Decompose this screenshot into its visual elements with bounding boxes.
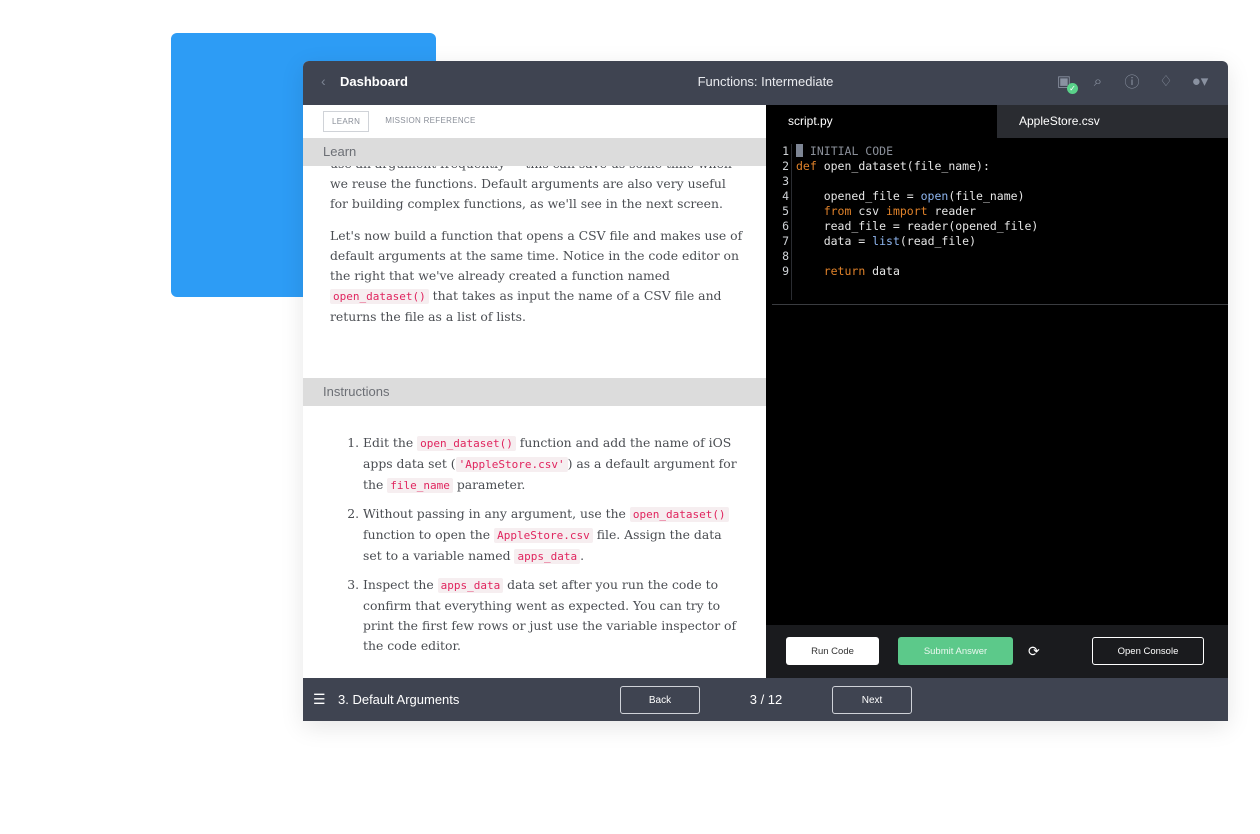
line-number: 7 xyxy=(782,234,789,248)
inline-code: open_dataset() xyxy=(417,436,516,451)
run-bar: Run Code Submit Answer ⟳ Open Console xyxy=(766,625,1228,678)
text: Without passing in any argument, use the xyxy=(363,506,626,521)
tab-script-py[interactable]: script.py xyxy=(766,105,997,138)
tab-learn[interactable]: LEARN xyxy=(323,111,370,132)
learn-paragraph-2a: Let's now build a function that opens a … xyxy=(330,228,743,283)
line-number: 6 xyxy=(782,219,789,233)
inline-code: open_dataset() xyxy=(330,289,429,304)
line-number: 4 xyxy=(782,189,789,203)
editor-panel: script.py AppleStore.csv 1 2 3 4 5 6 7 8… xyxy=(766,105,1228,678)
next-button[interactable]: Next xyxy=(832,686,912,714)
inline-code: AppleStore.csv xyxy=(494,528,593,543)
inline-code: file_name xyxy=(387,478,453,493)
learn-paragraph-1: we reuse the functions. Default argument… xyxy=(330,176,726,211)
line-numbers: 1 2 3 4 5 6 7 8 9 xyxy=(772,144,792,300)
submit-answer-button[interactable]: Submit Answer xyxy=(898,637,1013,665)
learn-content: use an argument frequently — this can sa… xyxy=(330,154,744,339)
run-code-button[interactable]: Run Code xyxy=(786,637,879,665)
text: Inspect the xyxy=(363,577,434,592)
instructions-list: Edit the open_dataset() function and add… xyxy=(343,433,743,664)
text: . xyxy=(580,548,585,563)
help-icon[interactable]: ⓘ xyxy=(1122,71,1142,91)
inline-code: apps_data xyxy=(437,578,504,593)
line-number: 5 xyxy=(782,204,789,218)
back-button[interactable]: Back xyxy=(620,686,700,714)
instruction-item: Edit the open_dataset() function and add… xyxy=(363,433,743,496)
topbar-icons: ▣ ✓ ⌕ ⓘ ♢ ●▾ xyxy=(1054,71,1210,94)
line-number: 9 xyxy=(782,264,789,278)
line-number: 2 xyxy=(782,159,789,173)
menu-icon[interactable]: ☰ xyxy=(313,691,326,708)
page-indicator: 3 / 12 xyxy=(749,692,783,707)
open-console-button[interactable]: Open Console xyxy=(1092,637,1204,665)
inline-code: 'AppleStore.csv' xyxy=(455,457,568,472)
text: parameter. xyxy=(456,477,526,492)
line-number: 1 xyxy=(782,144,789,158)
inline-code: apps_data xyxy=(514,549,581,564)
top-bar: ‹ Dashboard Functions: Intermediate ▣ ✓ ⌕… xyxy=(303,61,1228,105)
status-check-icon[interactable]: ▣ ✓ xyxy=(1054,71,1078,94)
lesson-title[interactable]: 3. Default Arguments xyxy=(338,692,459,707)
tab-mission-reference[interactable]: MISSION REFERENCE xyxy=(377,111,483,132)
instruction-item: Without passing in any argument, use the… xyxy=(363,504,743,567)
lesson-tabs: LEARN MISSION REFERENCE xyxy=(323,111,484,132)
tab-applestore-csv[interactable]: AppleStore.csv xyxy=(997,105,1228,138)
code-text[interactable]: INITIAL CODE def open_dataset(file_name)… xyxy=(796,144,1038,279)
line-number: 8 xyxy=(782,249,789,263)
line-number: 3 xyxy=(782,174,789,188)
learn-heading: Learn xyxy=(303,138,766,166)
instructions-heading: Instructions xyxy=(303,378,766,406)
inline-code: open_dataset() xyxy=(629,507,729,522)
footer-bar: ☰ 3. Default Arguments Back 3 / 12 Next xyxy=(303,678,1228,721)
lesson-panel: LEARN MISSION REFERENCE use an argument … xyxy=(303,105,766,678)
instruction-item: Inspect the apps_data data set after you… xyxy=(363,575,743,656)
code-editor[interactable]: 1 2 3 4 5 6 7 8 9 INITIAL CODE def open_… xyxy=(772,138,1228,305)
text: Edit the xyxy=(363,435,414,450)
bell-icon[interactable]: ♢ xyxy=(1156,71,1176,91)
search-icon[interactable]: ⌕ xyxy=(1088,71,1108,91)
refresh-icon[interactable]: ⟳ xyxy=(1028,643,1040,660)
app-window: ‹ Dashboard Functions: Intermediate ▣ ✓ ⌕… xyxy=(303,61,1228,721)
text: function to open the xyxy=(363,527,491,542)
editor-tabs: script.py AppleStore.csv xyxy=(766,105,1228,138)
user-avatar-icon[interactable]: ●▾ xyxy=(1190,71,1210,91)
